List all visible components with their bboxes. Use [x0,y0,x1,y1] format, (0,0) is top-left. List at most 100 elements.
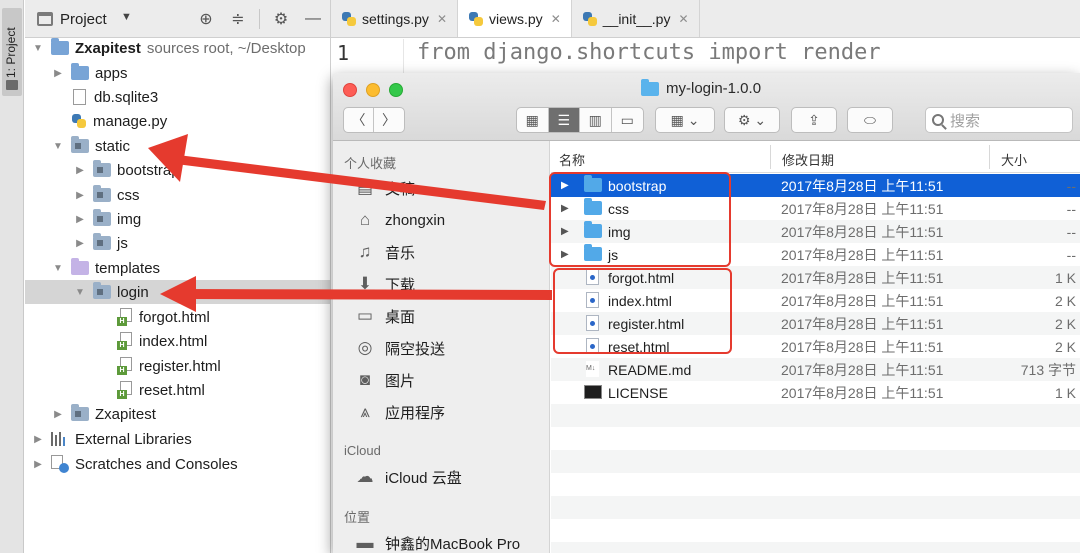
collapsed-arrow-icon[interactable]: ▶ [51,68,65,79]
file-date: 2017年8月28日 上午11:51 [781,177,944,194]
sidebar-item-home[interactable]: ⌂ zhongxin [355,207,445,233]
sidebar-item-airdrop[interactable]: ◎ 隔空投送 [355,335,445,361]
tab-views-py[interactable]: views.py ✕ [458,0,572,37]
column-header-modified[interactable]: 修改日期 [782,150,834,169]
column-header-size[interactable]: 大小 [1001,150,1027,169]
python-file-icon [468,11,484,27]
file-row-reset-html[interactable]: reset.html 2017年8月28日 上午11:51 2 K [551,335,1080,358]
close-icon[interactable]: ✕ [678,12,688,26]
window-title: my-login-1.0.0 [641,78,761,97]
tab-init-py[interactable]: __init__.py ✕ [572,0,700,37]
gallery-view-icon[interactable]: ▭ [612,108,643,132]
disclosure-triangle-icon[interactable]: ▶ [561,180,569,191]
file-row-register-html[interactable]: register.html 2017年8月28日 上午11:51 2 K [551,312,1080,335]
tab-settings-py[interactable]: settings.py ✕ [331,0,458,37]
collapsed-arrow-icon[interactable]: ▶ [31,459,45,470]
file-row-bootstrap[interactable]: ▶ bootstrap 2017年8月28日 上午11:51 -- [551,174,1080,197]
tree-row-index-html[interactable]: H index.html [25,329,330,353]
close-window-button[interactable] [343,83,357,97]
collapsed-arrow-icon[interactable]: ▶ [73,238,87,249]
collapsed-arrow-icon[interactable]: ▶ [73,190,87,201]
zoom-window-button[interactable] [389,83,403,97]
tree-row-css[interactable]: ▶ css [25,183,330,207]
list-view-icon[interactable]: ☰ [548,108,580,132]
tree-row-manage-py[interactable]: manage.py [25,109,330,133]
line-number: 1 [337,41,350,65]
tree-row-scratches[interactable]: ▶ Scratches and Consoles [25,452,330,476]
tree-row-forgot-html[interactable]: H forgot.html [25,305,330,329]
disclosure-triangle-icon[interactable]: ▶ [561,203,569,214]
sidebar-item-label: 图片 [385,372,416,390]
column-divider[interactable] [989,145,990,169]
close-icon[interactable]: ✕ [551,12,561,26]
chevron-down-icon[interactable]: ▼ [121,11,132,23]
tree-item-path: sources root, ~/Desktop [146,39,306,57]
disclosure-triangle-icon[interactable]: ▶ [561,249,569,260]
tree-row-apps[interactable]: ▶ apps [25,61,330,85]
sidebar-item-music[interactable]: ♫ 音乐 [355,239,415,265]
file-row-img[interactable]: ▶ img 2017年8月28日 上午11:51 -- [551,220,1080,243]
tree-row-zxapitest-root[interactable]: ▼ Zxapitest sources root, ~/Desktop [25,36,330,60]
column-header-name[interactable]: 名称 [559,150,585,169]
minimize-window-button[interactable] [366,83,380,97]
sidebar-item-desktop[interactable]: ▭ 桌面 [355,303,415,329]
search-input[interactable]: 搜索 [925,107,1073,133]
expanded-arrow-icon[interactable]: ▼ [51,141,65,152]
sidebar-item-documents[interactable]: ▤ 文稿 [355,175,415,201]
hide-panel-icon[interactable]: — [302,8,324,30]
file-row-index-html[interactable]: index.html 2017年8月28日 上午11:51 2 K [551,289,1080,312]
gear-icon[interactable]: ⚙ [270,8,292,30]
folder-icon [584,244,602,261]
gear-icon: ⚙ [737,111,751,128]
sidebar-item-label: iCloud 云盘 [385,469,462,487]
sidebar-item-pictures[interactable]: ◙ 图片 [355,367,415,393]
collapsed-arrow-icon[interactable]: ▶ [51,409,65,420]
column-divider[interactable] [770,145,771,169]
collapsed-arrow-icon[interactable]: ▶ [31,434,45,445]
collapsed-arrow-icon[interactable]: ▶ [73,165,87,176]
tree-row-img[interactable]: ▶ img [25,207,330,231]
tree-row-zxapitest-package[interactable]: ▶ Zxapitest [25,402,330,426]
file-row-js[interactable]: ▶ js 2017年8月28日 上午11:51 -- [551,243,1080,266]
code-line[interactable]: from django.shortcuts import render [417,40,881,65]
expanded-arrow-icon[interactable]: ▼ [51,263,65,274]
sidebar-item-macbook[interactable]: ▬ 钟鑫的MacBook Pro [355,530,521,553]
action-button[interactable]: ⚙ ⌄ [724,107,780,133]
sidebar-item-downloads[interactable]: ⬇ 下载 [355,271,415,297]
folder-icon [584,221,602,238]
icon-view-icon[interactable]: ▦ [517,108,549,132]
sidebar-item-icloud-drive[interactable]: ☁ iCloud 云盘 [355,464,462,490]
collapse-all-icon[interactable]: ≑ [227,8,249,30]
tree-row-static[interactable]: ▼ static [25,134,330,158]
collapsed-arrow-icon[interactable]: ▶ [73,214,87,225]
file-row-readme[interactable]: M↓ README.md 2017年8月28日 上午11:51 713 字节 [551,358,1080,381]
column-view-icon[interactable]: ▥ [580,108,612,132]
share-button[interactable]: ⇪ [791,107,837,133]
tree-row-bootstrap[interactable]: ▶ bootstrap [25,158,330,182]
project-view-selector[interactable]: Project [60,11,107,28]
tree-row-external-libraries[interactable]: ▶ External Libraries [25,427,330,451]
locate-icon[interactable]: ⊕ [195,8,217,30]
file-row-css[interactable]: ▶ css 2017年8月28日 上午11:51 -- [551,197,1080,220]
tree-row-login[interactable]: ▼ login [25,280,330,304]
sidebar-item-applications[interactable]: ⩓ 应用程序 [355,399,445,425]
expanded-arrow-icon[interactable]: ▼ [31,43,45,54]
tree-row-js[interactable]: ▶ js [25,231,330,255]
file-row-forgot-html[interactable]: forgot.html 2017年8月28日 上午11:51 1 K [551,266,1080,289]
close-icon[interactable]: ✕ [437,12,447,26]
expanded-arrow-icon[interactable]: ▼ [73,287,87,298]
file-row-license[interactable]: LICENSE 2017年8月28日 上午11:51 1 K [551,381,1080,404]
project-tool-label[interactable]: 1: Project [4,27,18,78]
file-name: README.md [608,361,692,378]
forward-button[interactable]: 〉 [374,108,404,132]
tree-row-db-sqlite3[interactable]: db.sqlite3 [25,85,330,109]
html-file-icon: H [117,357,133,375]
tree-row-register-html[interactable]: H register.html [25,354,330,378]
back-button[interactable]: 〈 [344,108,375,132]
tree-row-templates[interactable]: ▼ templates [25,256,330,280]
tags-button[interactable]: ⬭ [847,107,893,133]
tree-row-reset-html[interactable]: H reset.html [25,378,330,402]
group-by-button[interactable]: ▦ ⌄ [655,107,715,133]
disclosure-triangle-icon[interactable]: ▶ [561,226,569,237]
chevron-down-icon: ⌄ [754,111,767,128]
